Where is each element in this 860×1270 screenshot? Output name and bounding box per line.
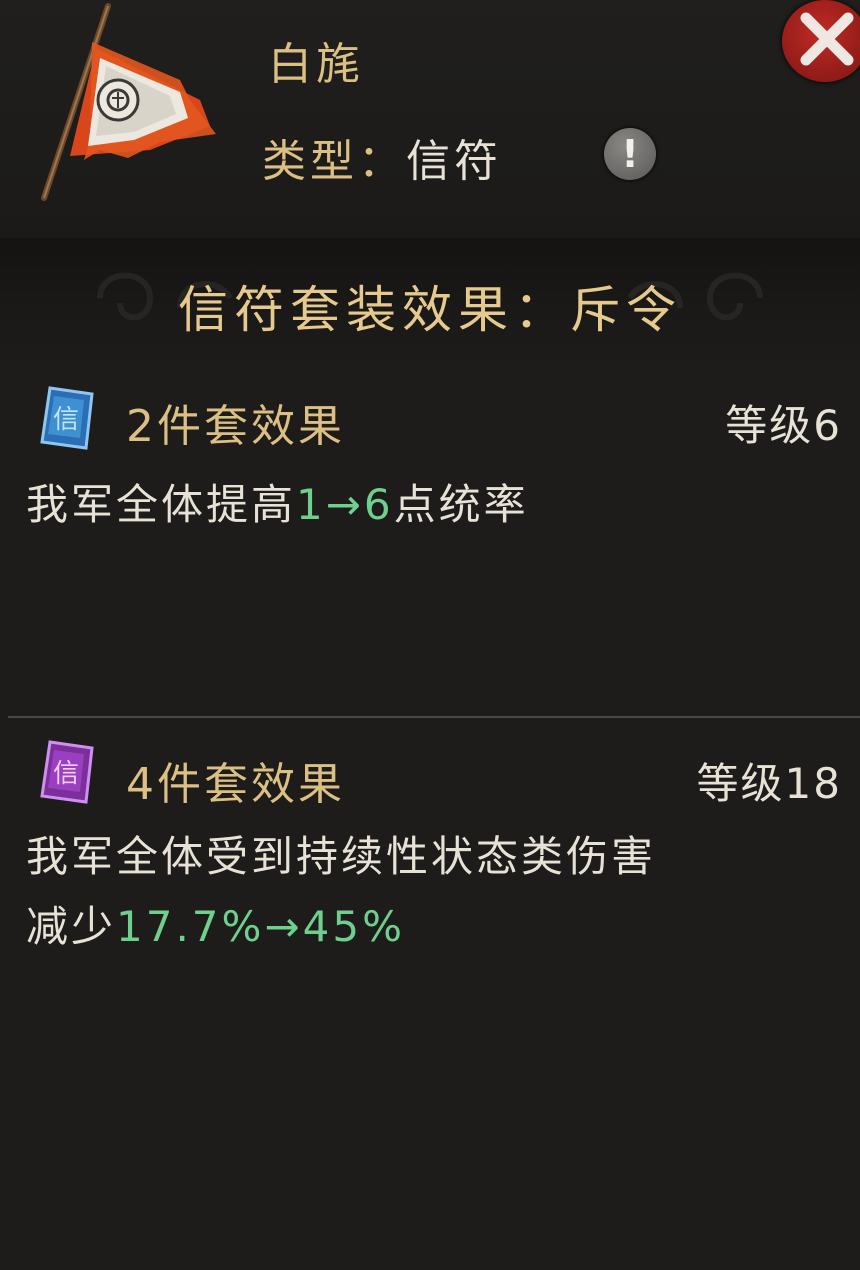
- set-effect-title: 信符套装效果：斥令: [178, 281, 682, 339]
- desc-value: 1→6: [296, 480, 394, 529]
- svg-text:信: 信: [53, 405, 79, 435]
- item-name: 白旄: [268, 39, 364, 90]
- close-x-icon: [800, 12, 854, 66]
- desc-text: 减少: [26, 902, 117, 951]
- close-button[interactable]: [782, 0, 860, 82]
- item-type: 类型：信符: [262, 125, 502, 189]
- desc-value: 17.7%→45%: [116, 902, 405, 951]
- effect-title: 2件套效果: [126, 401, 345, 452]
- set-effect-4pc: 信 4件套效果 等级18 我军全体受到持续性状态类伤害 减少17.7%→45%: [0, 736, 860, 1136]
- exclamation-icon: !: [621, 132, 639, 176]
- svg-text:信: 信: [53, 759, 79, 789]
- info-button[interactable]: !: [604, 128, 656, 180]
- item-header: 白旄 类型：信符 !: [0, 0, 860, 238]
- effect-level: 等级18: [696, 759, 842, 808]
- effect-title: 4件套效果: [126, 759, 345, 810]
- effect-description: 我军全体提高1→6点统率: [26, 470, 826, 540]
- desc-line-2: 减少17.7%→45%: [26, 892, 826, 962]
- item-type-value: 信符: [406, 136, 502, 187]
- effect-description: 我军全体受到持续性状态类伤害 减少17.7%→45%: [26, 822, 826, 962]
- blue-token-gem-icon: 信: [36, 384, 100, 452]
- desc-line-1: 我军全体受到持续性状态类伤害: [26, 832, 657, 881]
- set-effect-2pc: 信 2件套效果 等级6 我军全体提高1→6点统率: [0, 376, 860, 706]
- white-banner-flag-icon: [30, 0, 230, 215]
- purple-token-gem-icon: 信: [36, 738, 100, 806]
- divider: [8, 716, 860, 718]
- desc-text: 我军全体提高: [26, 480, 297, 529]
- item-detail-panel: 白旄 类型：信符 ! 信符套装效果：斥令 信 2件套效果 等级6 我军全体提高1: [0, 0, 860, 1270]
- desc-text-end: 点统率: [393, 480, 529, 529]
- item-type-label: 类型：: [262, 136, 406, 187]
- effect-level: 等级6: [725, 401, 842, 450]
